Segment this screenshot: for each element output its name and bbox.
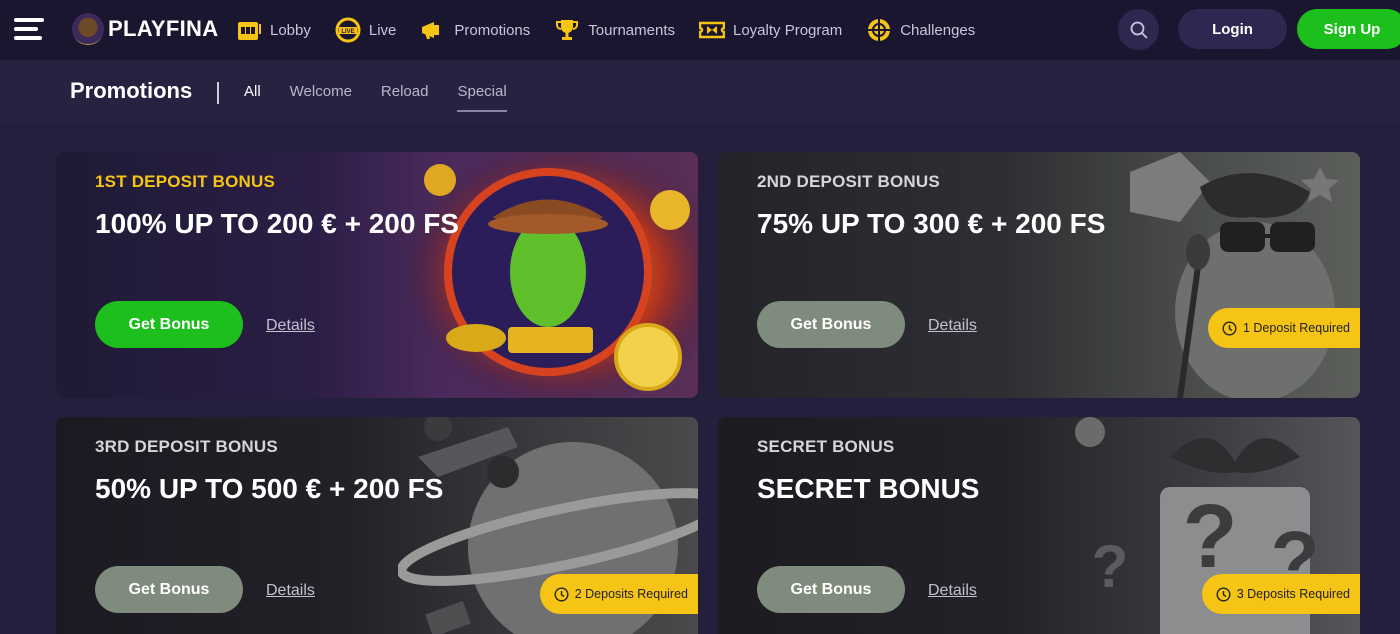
page-title: Promotions (70, 78, 193, 103)
promo-card-secret: ? ? ? SECRET BONUS SECRET BONUS Get Bonu… (718, 417, 1360, 634)
requirement-text: 2 Deposits Required (574, 587, 688, 601)
ticket-icon (699, 17, 725, 43)
get-bonus-button[interactable]: Get Bonus (95, 566, 243, 613)
tab-reload[interactable]: Reload (381, 60, 429, 122)
card-eyebrow: SECRET BONUS (757, 437, 895, 456)
signup-button[interactable]: Sign Up (1297, 9, 1400, 49)
get-bonus-button[interactable]: Get Bonus (757, 301, 905, 348)
nav-label-tournaments: Tournaments (588, 21, 675, 39)
card-eyebrow: 2ND DEPOSIT BONUS (757, 172, 940, 191)
nav-label-loyalty: Loyalty Program (733, 21, 843, 39)
top-navigation-bar: PLAYFINA Lobby LIVE Live Promotions Tour… (0, 0, 1400, 60)
clock-icon (554, 586, 569, 602)
nav-item-loyalty[interactable]: Loyalty Program (699, 0, 842, 60)
nav-label-live: Live (368, 21, 397, 39)
tab-special[interactable]: Special (457, 60, 507, 122)
nav-item-live[interactable]: LIVE Live (335, 0, 397, 60)
clock-icon (1216, 586, 1231, 602)
deposit-requirement-badge: 1 Deposit Required (1207, 308, 1360, 348)
nav-label-lobby: Lobby (270, 21, 311, 39)
megaphone-icon (420, 17, 446, 43)
card-headline: 75% UP TO 300 € + 200 FS (757, 208, 1106, 239)
get-bonus-button[interactable]: Get Bonus (95, 301, 243, 348)
requirement-text: 3 Deposits Required (1236, 587, 1350, 601)
live-chip-icon: LIVE (335, 17, 361, 43)
details-link[interactable]: Details (928, 582, 977, 600)
promo-card-third-deposit: 3RD DEPOSIT BONUS 50% UP TO 500 € + 200 … (56, 417, 698, 634)
playfina-badge-icon (72, 13, 104, 45)
nav-item-challenges[interactable]: Challenges (866, 0, 975, 60)
trophy-icon (554, 17, 580, 43)
promo-card-second-deposit: 2ND DEPOSIT BONUS 75% UP TO 300 € + 200 … (718, 152, 1360, 398)
search-button[interactable] (1118, 9, 1159, 50)
clock-icon (1222, 320, 1237, 336)
card-eyebrow: 3RD DEPOSIT BONUS (95, 437, 278, 456)
tab-welcome[interactable]: Welcome (290, 60, 352, 122)
target-icon (866, 17, 892, 43)
wild-cactus-artwork (398, 152, 698, 398)
card-headline: SECRET BONUS (757, 473, 980, 504)
search-icon (1130, 21, 1147, 38)
svg-text:LIVE: LIVE (341, 29, 354, 35)
card-headline: 50% UP TO 500 € + 200 FS (95, 473, 444, 504)
hamburger-menu-icon[interactable] (14, 18, 44, 42)
nav-item-tournaments[interactable]: Tournaments (554, 0, 675, 60)
login-button[interactable]: Login (1178, 9, 1287, 49)
title-divider (217, 82, 219, 104)
get-bonus-button[interactable]: Get Bonus (757, 566, 905, 613)
promotions-subheader: Promotions All Welcome Reload Special (0, 60, 1400, 122)
svg-text:?: ? (1092, 533, 1129, 600)
promo-filter-tabs: All Welcome Reload Special (244, 60, 536, 122)
nav-item-lobby[interactable]: Lobby (236, 0, 311, 60)
details-link[interactable]: Details (266, 582, 315, 600)
details-link[interactable]: Details (266, 317, 315, 335)
tab-all[interactable]: All (244, 60, 261, 122)
elvis-frog-artwork (1130, 152, 1339, 398)
deposit-requirement-badge: 3 Deposits Required (1201, 574, 1360, 614)
slot-machine-icon (236, 17, 262, 43)
card-headline: 100% UP TO 200 € + 200 FS (95, 208, 459, 239)
requirement-text: 1 Deposit Required (1242, 321, 1350, 335)
nav-item-promotions[interactable]: Promotions (420, 0, 530, 60)
details-link[interactable]: Details (928, 317, 977, 335)
main-nav: Lobby LIVE Live Promotions Tournaments L… (236, 0, 999, 60)
nav-label-promotions: Promotions (454, 21, 531, 39)
card-eyebrow: 1ST DEPOSIT BONUS (95, 172, 276, 191)
promo-card-first-deposit: 1ST DEPOSIT BONUS 100% UP TO 200 € + 200… (56, 152, 698, 398)
nav-label-challenges: Challenges (900, 21, 976, 39)
svg-text:?: ? (1183, 487, 1238, 587)
brand-logo[interactable]: PLAYFINA (72, 12, 218, 46)
brand-name: PLAYFINA (108, 16, 219, 41)
deposit-requirement-badge: 2 Deposits Required (539, 574, 698, 614)
